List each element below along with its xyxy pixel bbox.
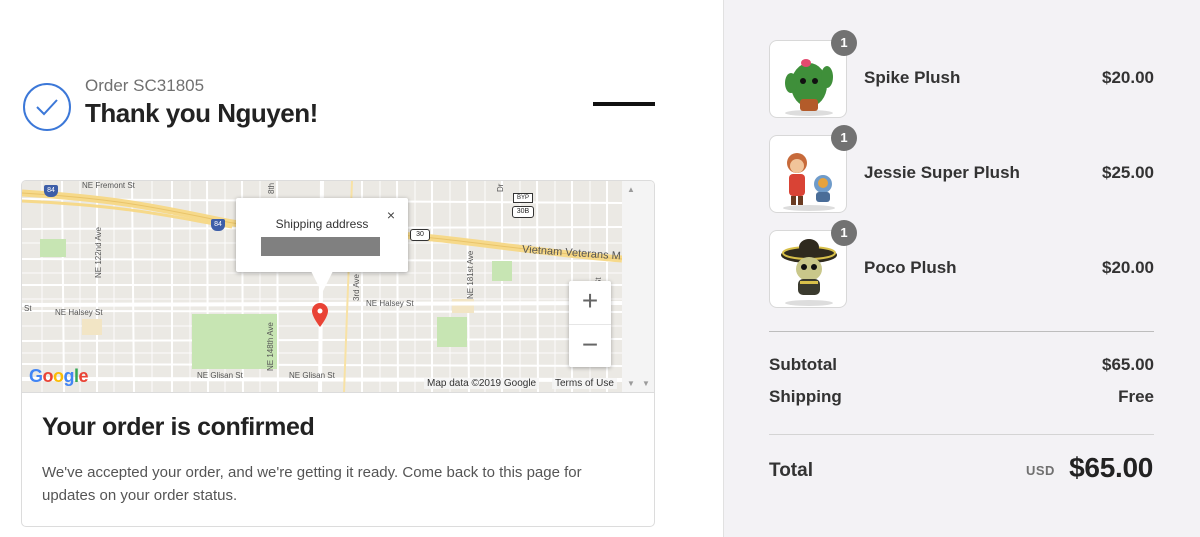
zoom-control: + − xyxy=(569,281,611,367)
us30b-shield-icon: 30B xyxy=(512,206,534,218)
street-label-dr: Dr xyxy=(496,183,505,192)
scroll-down-arrow-icon[interactable]: ▼ xyxy=(627,379,635,388)
subtotal-value: $65.00 xyxy=(1102,355,1154,374)
order-number: Order SC31805 xyxy=(85,76,205,95)
total-amount: $65.00 xyxy=(1069,452,1153,483)
google-logo[interactable]: Google xyxy=(29,366,89,387)
order-header: Order SC31805 Thank you Nguyen! xyxy=(22,74,662,136)
line-item: 1 Spike Plush $20.00 xyxy=(769,30,1154,118)
item-price: $25.00 xyxy=(1102,163,1154,182)
currency-code: USD xyxy=(1026,463,1055,478)
redacted-address-bar xyxy=(261,237,380,256)
street-label-181st: NE 181st Ave xyxy=(466,250,475,299)
map-attribution: Map data ©2019 Google xyxy=(424,378,540,389)
confirmation-text: We've accepted your order, and we're get… xyxy=(42,464,582,504)
map-scrollbar[interactable] xyxy=(622,181,654,392)
i84-shield-icon: 84 xyxy=(44,185,58,197)
i84-shield-icon: 84 xyxy=(211,219,225,231)
item-name: Poco Plush xyxy=(864,258,957,277)
shipping-label: Shipping xyxy=(769,387,842,406)
confirmation-title: Your order is confirmed xyxy=(42,413,315,441)
street-label-st: St xyxy=(24,304,32,313)
order-status-panel: Order SC31805 Thank you Nguyen! NE Fremo… xyxy=(0,0,723,537)
scroll-down-arrow-icon[interactable]: ▼ xyxy=(642,379,650,388)
shipping-map[interactable]: NE Fremont St NE Halsey St NE Halsey St … xyxy=(22,181,654,393)
quantity-badge: 1 xyxy=(831,125,857,151)
item-name: Jessie Super Plush xyxy=(864,163,1020,182)
order-confirmation-card: NE Fremont St NE Halsey St NE Halsey St … xyxy=(21,180,655,527)
zoom-in-button[interactable]: + xyxy=(569,281,611,324)
popup-tail xyxy=(311,271,333,293)
quantity-badge: 1 xyxy=(831,220,857,246)
item-price: $20.00 xyxy=(1102,68,1154,87)
header-dash xyxy=(593,102,655,106)
items-divider xyxy=(769,331,1154,332)
terms-of-use-link[interactable]: Terms of Use xyxy=(552,378,617,389)
zoom-out-button[interactable]: − xyxy=(569,324,611,367)
subtotal-label: Subtotal xyxy=(769,355,837,374)
order-summary-sidebar: 1 Spike Plush $20.00 1 Jessie Super Plus… xyxy=(723,0,1200,537)
street-label-glisan-1: NE Glisan St xyxy=(197,371,243,380)
item-name: Spike Plush xyxy=(864,68,961,87)
subtotal-row: Subtotal $65.00 xyxy=(769,355,1154,377)
byp-shield-icon: BYP xyxy=(513,193,533,203)
popup-title: Shipping address xyxy=(275,217,369,231)
shipping-row: Shipping Free xyxy=(769,387,1154,409)
item-price: $20.00 xyxy=(1102,258,1154,277)
street-label-122nd: NE 122nd Ave xyxy=(94,226,103,278)
us30-shield-icon: 30 xyxy=(410,229,430,241)
thank-you-heading: Thank you Nguyen! xyxy=(85,98,318,128)
quantity-badge: 1 xyxy=(831,30,857,56)
shipping-address-popup: Shipping address × xyxy=(236,198,408,272)
street-label-halsey-right: NE Halsey St xyxy=(366,299,414,308)
check-circle-icon xyxy=(23,83,71,131)
shipping-value: Free xyxy=(1118,387,1154,406)
total-divider xyxy=(769,434,1154,435)
street-label-fremont: NE Fremont St xyxy=(82,181,135,190)
map-pin-icon[interactable] xyxy=(311,302,329,328)
street-label-8th: 8th xyxy=(267,182,276,194)
street-label-148th: NE 148th Ave xyxy=(266,322,275,371)
street-label-halsey-left: NE Halsey St xyxy=(55,308,103,317)
line-item: 1 Jessie Super Plush $25.00 xyxy=(769,125,1154,213)
total-label: Total xyxy=(769,460,813,481)
close-icon[interactable]: × xyxy=(387,207,395,223)
scroll-up-arrow-icon[interactable]: ▲ xyxy=(627,185,635,194)
street-label-glisan-2: NE Glisan St xyxy=(289,371,335,380)
line-item: 1 Poco Plush $20.00 xyxy=(769,220,1154,308)
street-label-3rd: 3rd Ave xyxy=(352,274,361,301)
